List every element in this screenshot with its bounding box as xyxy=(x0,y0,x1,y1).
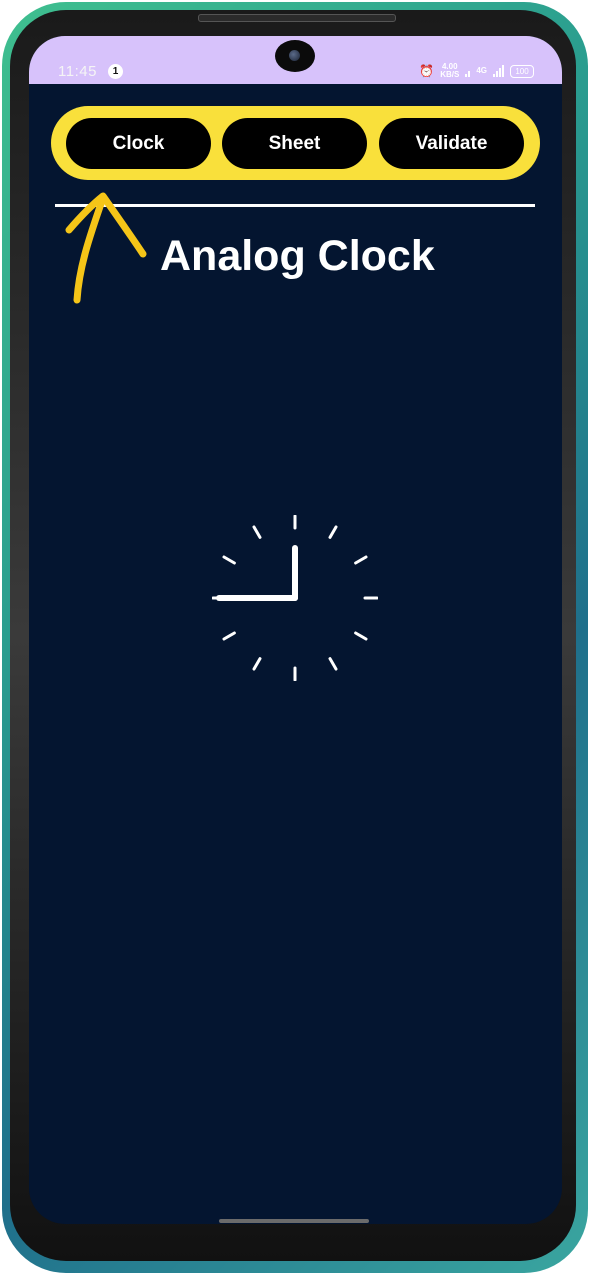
home-indicator[interactable] xyxy=(219,1219,369,1223)
network-speed: 4.00 KB/S xyxy=(440,63,459,79)
clock-tick xyxy=(222,555,236,565)
clock-tick xyxy=(354,631,368,641)
earpiece-speaker xyxy=(198,14,396,22)
page-title: Analog Clock xyxy=(160,232,435,280)
clock-tick xyxy=(328,525,338,539)
app-screen: 11:45 1 ⏰ 4.00 KB/S 4G 100 Clock Sheet V… xyxy=(29,36,562,1224)
analog-clock xyxy=(212,515,378,681)
network-speed-unit: KB/S xyxy=(440,70,460,79)
tab-clock[interactable]: Clock xyxy=(66,118,211,169)
tab-validate[interactable]: Validate xyxy=(379,118,524,169)
annotation-arrow-icon xyxy=(65,192,147,304)
status-icons: ⏰ 4.00 KB/S 4G 100 xyxy=(419,63,534,79)
clock-tick xyxy=(354,555,368,565)
battery-icon: 100 xyxy=(510,64,534,78)
network-type: 4G xyxy=(476,66,487,75)
clock-tick xyxy=(252,657,262,671)
alarm-icon: ⏰ xyxy=(419,64,435,78)
clock-tick xyxy=(328,657,338,671)
wifi-signal-icon xyxy=(465,65,471,77)
cell-signal-icon xyxy=(493,65,504,77)
notification-count-badge: 1 xyxy=(108,64,123,79)
clock-tick xyxy=(222,631,236,641)
status-time: 11:45 xyxy=(58,63,97,80)
status-bar: 11:45 1 ⏰ 4.00 KB/S 4G 100 xyxy=(29,36,562,84)
front-camera xyxy=(275,40,315,72)
clock-tick xyxy=(252,525,262,539)
tab-sheet[interactable]: Sheet xyxy=(222,118,367,169)
